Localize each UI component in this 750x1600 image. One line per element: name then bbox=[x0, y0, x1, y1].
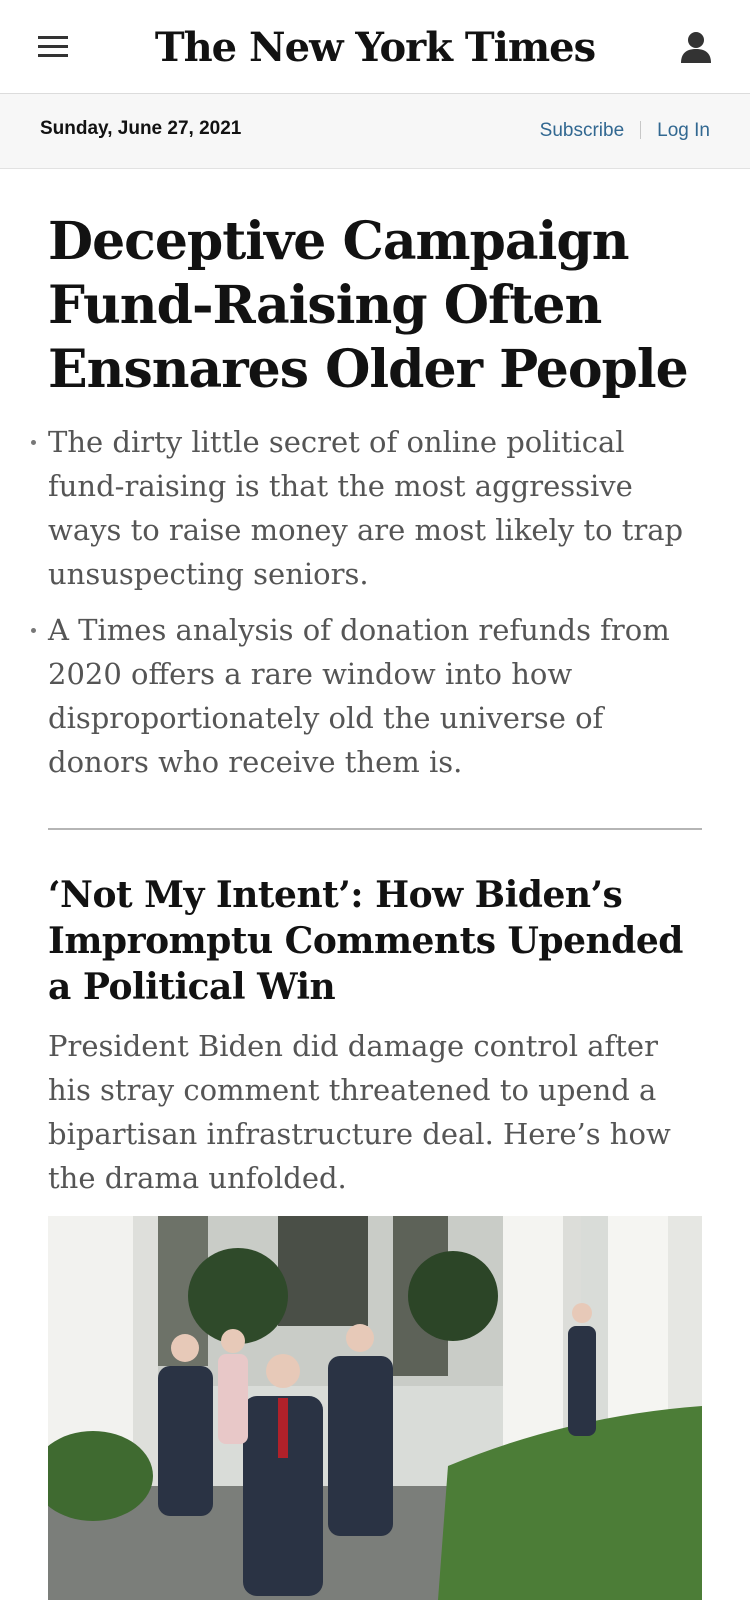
lead-summary-list: The dirty little secret of online politi… bbox=[31, 420, 702, 784]
lead-story[interactable]: Deceptive Campaign Fund-Raising Often En… bbox=[31, 210, 702, 796]
subscribe-link[interactable]: Subscribe bbox=[540, 120, 625, 141]
summary-bullet-text: A Times analysis of donation refunds fro… bbox=[48, 613, 670, 779]
edition-date: Sunday, June 27, 2021 bbox=[40, 118, 242, 139]
lead-headline[interactable]: Deceptive Campaign Fund-Raising Often En… bbox=[48, 210, 702, 402]
link-divider bbox=[640, 121, 642, 139]
date-bar: Sunday, June 27, 2021 Subscribe Log In bbox=[0, 94, 750, 169]
story-photo[interactable] bbox=[48, 1216, 702, 1600]
user-icon[interactable] bbox=[680, 30, 712, 64]
story-summary: President Biden did damage control after… bbox=[48, 1029, 671, 1195]
login-link[interactable]: Log In bbox=[657, 120, 710, 141]
summary-bullet-text: The dirty little secret of online politi… bbox=[48, 425, 684, 591]
nyt-logo[interactable]: The New York Times bbox=[0, 22, 750, 74]
bullet-dot bbox=[31, 628, 36, 633]
bullet-dot bbox=[31, 440, 36, 445]
summary-bullet: A Times analysis of donation refunds fro… bbox=[31, 608, 702, 784]
secondary-story[interactable]: ‘Not My Intent’: How Biden’s Impromptu C… bbox=[48, 872, 702, 1200]
summary-bullet: The dirty little secret of online politi… bbox=[31, 420, 702, 596]
section-divider bbox=[48, 828, 702, 830]
masthead: The New York Times bbox=[0, 0, 750, 94]
story-headline[interactable]: ‘Not My Intent’: How Biden’s Impromptu C… bbox=[48, 872, 702, 1010]
auth-links: Subscribe Log In bbox=[540, 120, 710, 142]
